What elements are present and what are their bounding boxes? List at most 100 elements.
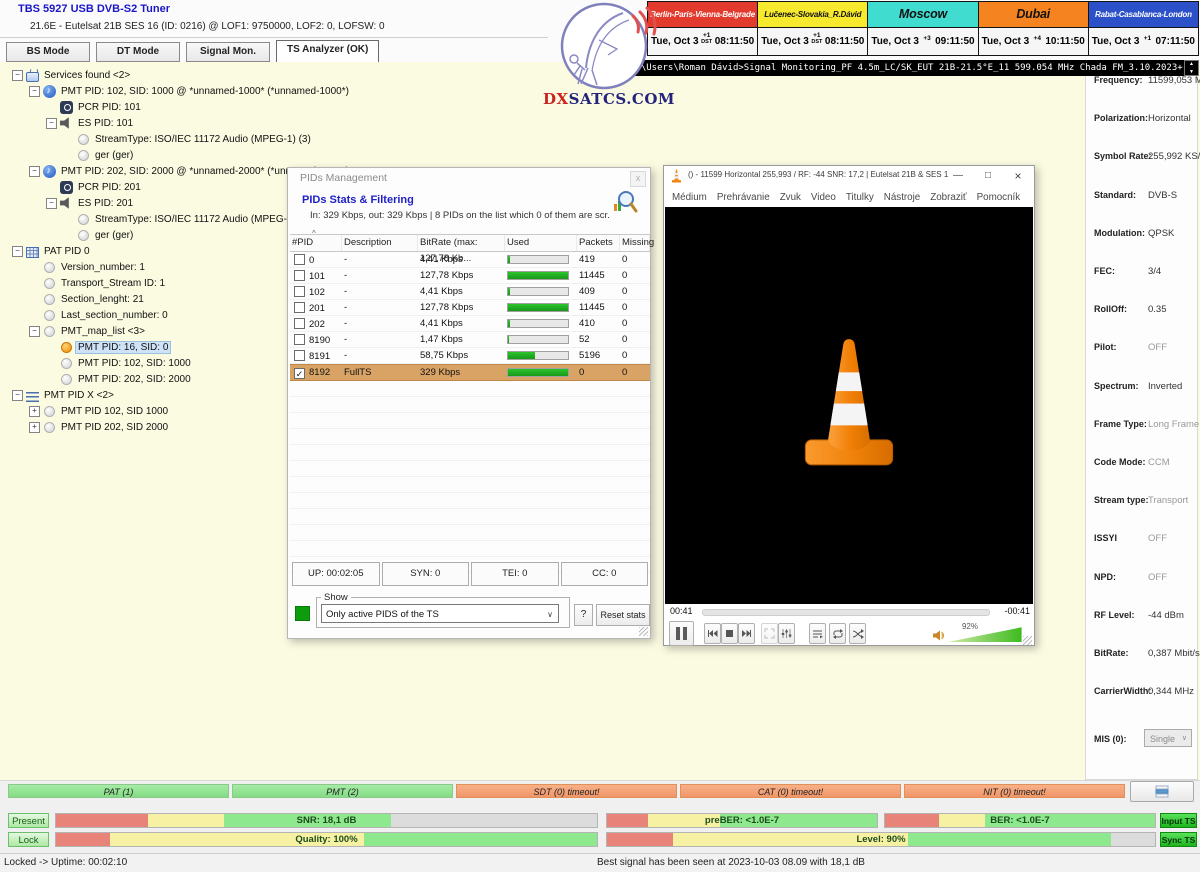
minimize-button[interactable]: — <box>950 168 966 184</box>
tree-expander[interactable]: + <box>29 422 40 433</box>
tree-item[interactable]: PCR PID: 101 <box>8 99 284 115</box>
pid-checkbox[interactable] <box>294 318 305 329</box>
shuffle-button[interactable] <box>849 623 866 644</box>
column-header-packets[interactable]: Packets <box>577 235 620 251</box>
tree-expander[interactable]: − <box>12 70 23 81</box>
tree-item[interactable]: PMT PID: 102, SID: 1000 <box>8 355 284 371</box>
scroll-up-icon[interactable]: ▲ <box>1189 61 1194 67</box>
column-header-used[interactable]: Used <box>505 235 577 251</box>
tree-item[interactable]: ger (ger) <box>8 147 284 163</box>
help-button[interactable]: ? <box>574 604 593 626</box>
reset-stats-button[interactable]: Reset stats <box>596 604 650 626</box>
pid-row[interactable]: 101-127,78 Kbps114450 <box>290 268 650 284</box>
pause-button[interactable] <box>669 621 694 646</box>
tree-expander[interactable]: − <box>12 246 23 257</box>
table-log-button[interactable] <box>1130 781 1194 802</box>
tree-item[interactable]: StreamType: ISO/IEC 11172 Audio (MPEG-1)… <box>8 131 284 147</box>
present-button[interactable]: Present <box>8 813 49 828</box>
next-button[interactable] <box>738 623 755 644</box>
pid-checkbox[interactable] <box>294 334 305 345</box>
tree-expander[interactable]: − <box>46 198 57 209</box>
search-icon[interactable] <box>612 190 638 219</box>
tree-item[interactable]: Version_number: 1 <box>8 259 284 275</box>
tree-item[interactable]: +PMT PID 102, SID 1000 <box>8 403 284 419</box>
tree-item[interactable]: −PMT PID: 102, SID: 1000 @ *unnamed-1000… <box>8 83 284 99</box>
pid-checkbox[interactable] <box>294 254 305 265</box>
vlc-titlebar[interactable]: () - 11599 Horizontal 255,993 / RF: -44 … <box>664 166 1034 187</box>
menu-zobrazi[interactable]: Zobraziť <box>930 192 966 203</box>
column-header-description[interactable]: Description <box>342 235 418 251</box>
tree-item[interactable]: +PMT PID 202, SID 2000 <box>8 419 284 435</box>
tree-expander[interactable]: − <box>29 326 40 337</box>
menu-titulky[interactable]: Titulky <box>846 192 874 203</box>
maximize-button[interactable]: □ <box>980 168 996 184</box>
column-header-missing[interactable]: Missing <box>620 235 650 251</box>
pid-row[interactable]: 201-127,78 Kbps114450 <box>290 300 650 316</box>
tree-item[interactable]: −PAT PID 0 <box>8 243 284 259</box>
stop-button[interactable] <box>721 623 738 644</box>
column-header-bitrate-max-127-78-k[interactable]: BitRate (max: 127,78 Kb... <box>418 235 505 251</box>
tree-expander[interactable]: − <box>29 86 40 97</box>
mis-dropdown[interactable]: Single ∨ <box>1144 729 1192 747</box>
tree-expander[interactable]: + <box>29 406 40 417</box>
menu-zvuk[interactable]: Zvuk <box>780 192 801 203</box>
resize-grip[interactable] <box>1023 636 1032 645</box>
tree-item[interactable]: PCR PID: 201 <box>8 179 284 195</box>
tree-item[interactable]: −Services found <2> <box>8 67 284 83</box>
tree-item[interactable]: Section_lenght: 21 <box>8 291 284 307</box>
pid-row[interactable]: 8191-58,75 Kbps51960 <box>290 348 650 364</box>
tree-item[interactable]: −PMT PID: 202, SID: 2000 @ *unnamed-2000… <box>8 163 284 179</box>
tree-item[interactable]: −ES PID: 101 <box>8 115 284 131</box>
tree-item[interactable]: −PMT PID X <2> <box>8 387 284 403</box>
command-prompt[interactable]: C:\Users\Roman Dávid>Signal Monitoring_P… <box>628 60 1184 76</box>
pid-checkbox[interactable] <box>294 350 305 361</box>
input-ts-button[interactable]: Input TS <box>1160 813 1197 828</box>
tree-item[interactable]: −PMT_map_list <3> <box>8 323 284 339</box>
pid-row[interactable]: ✓8192FullTS329 Kbps00 <box>290 364 650 381</box>
tree-expander[interactable]: − <box>12 390 23 401</box>
tree-item[interactable]: PMT PID: 16, SID: 0 <box>8 339 284 355</box>
tab-signal-mon[interactable]: Signal Mon. <box>186 42 270 62</box>
tree-item[interactable]: Last_section_number: 0 <box>8 307 284 323</box>
tree-item[interactable]: PMT PID: 202, SID: 2000 <box>8 371 284 387</box>
volume-icon[interactable] <box>933 628 946 646</box>
close-icon[interactable]: x <box>630 171 646 187</box>
menu-n-stroje[interactable]: Nástroje <box>884 192 920 203</box>
tree-expander[interactable]: − <box>46 118 57 129</box>
menu-video[interactable]: Video <box>811 192 836 203</box>
scroll-down-icon[interactable]: ▼ <box>1189 69 1194 75</box>
menu-prehr-vanie[interactable]: Prehrávanie <box>717 192 770 203</box>
tree-item[interactable]: −ES PID: 201 <box>8 195 284 211</box>
tei-button[interactable]: TEI: 0 <box>471 562 559 586</box>
playlist-button[interactable] <box>809 623 826 644</box>
tree-item[interactable]: ger (ger) <box>8 227 284 243</box>
equalizer-button[interactable] <box>778 623 795 644</box>
pid-checkbox[interactable] <box>294 302 305 313</box>
pid-checkbox[interactable]: ✓ <box>294 368 305 379</box>
tab-ts-analyzer-ok[interactable]: TS Analyzer (OK) <box>276 40 379 63</box>
cc-button[interactable]: CC: 0 <box>561 562 649 586</box>
column-header-pid[interactable]: #PID <box>290 235 342 251</box>
sync-ts-button[interactable]: Sync TS <box>1160 832 1197 847</box>
fullscreen-button[interactable] <box>761 623 778 644</box>
pid-row[interactable]: 8190-1,47 Kbps520 <box>290 332 650 348</box>
pid-row[interactable]: 202-4,41 Kbps4100 <box>290 316 650 332</box>
uptime-button[interactable]: UP: 00:02:05 <box>292 562 380 586</box>
loop-button[interactable] <box>829 623 846 644</box>
tab-bs-mode[interactable]: BS Mode <box>6 42 90 62</box>
show-filter-dropdown[interactable]: Only active PIDS of the TS ∨ <box>321 604 559 623</box>
tree-expander[interactable]: − <box>29 166 40 177</box>
lock-button[interactable]: Lock <box>8 832 49 847</box>
pid-row[interactable]: 102-4,41 Kbps4090 <box>290 284 650 300</box>
menu-m-dium[interactable]: Médium <box>672 192 707 203</box>
tree-item[interactable]: Transport_Stream ID: 1 <box>8 275 284 291</box>
volume-slider[interactable] <box>948 626 1028 642</box>
seek-bar[interactable] <box>702 609 990 616</box>
tab-dt-mode[interactable]: DT Mode <box>96 42 180 62</box>
pid-checkbox[interactable] <box>294 286 305 297</box>
command-scrollbar[interactable]: ▲ ▼ <box>1184 60 1199 76</box>
menu-pomocn-k[interactable]: Pomocník <box>977 192 1021 203</box>
close-icon[interactable]: × <box>1010 168 1026 184</box>
previous-button[interactable] <box>704 623 721 644</box>
syn-button[interactable]: SYN: 0 <box>382 562 470 586</box>
